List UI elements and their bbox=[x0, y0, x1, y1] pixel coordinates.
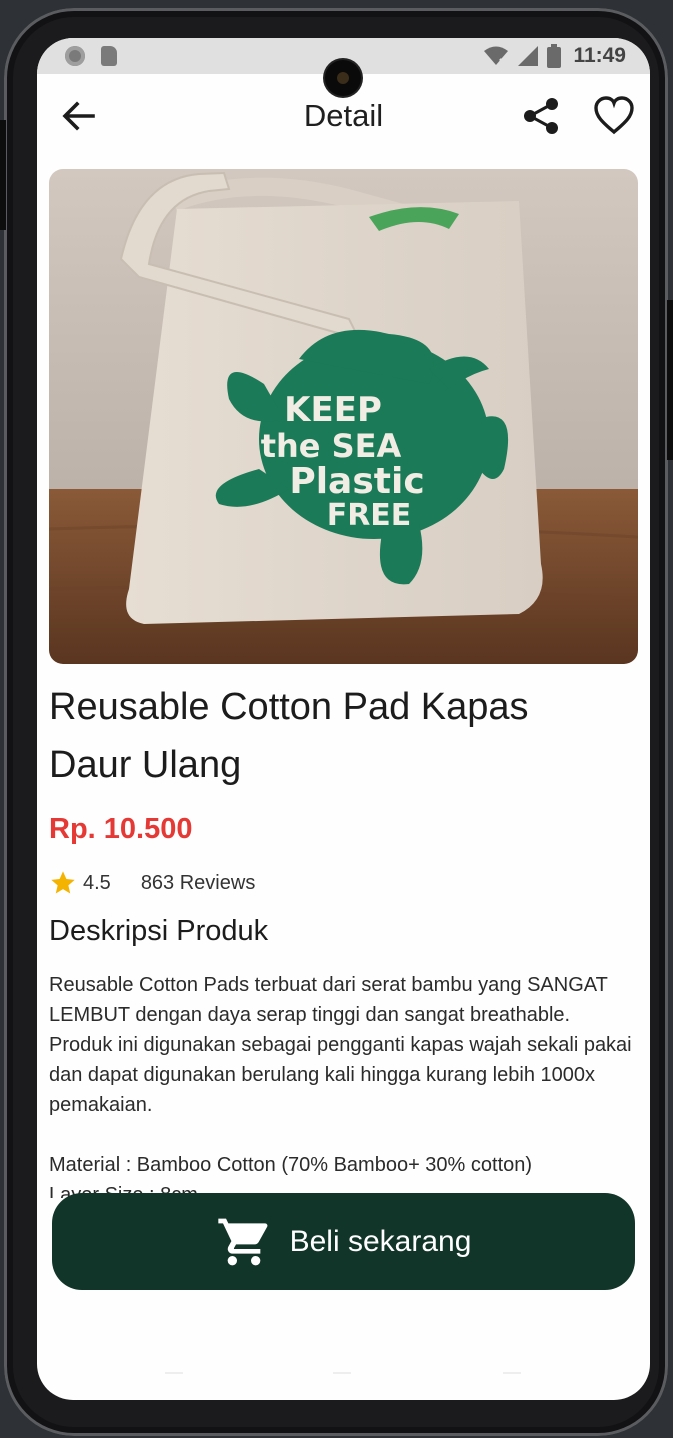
share-icon[interactable] bbox=[521, 96, 561, 136]
wifi-icon bbox=[484, 46, 509, 66]
rating-row: 4.5 863 Reviews bbox=[49, 868, 255, 898]
print-line-sea: the SEA bbox=[261, 427, 402, 465]
signal-icon bbox=[518, 46, 539, 66]
volume-button bbox=[667, 300, 673, 460]
status-time: 11:49 bbox=[573, 44, 626, 67]
screen: 11:49 Detail KEEP the SEA Plastic FREE R… bbox=[37, 38, 650, 1400]
cart-icon bbox=[217, 1218, 268, 1265]
nav-hint-recents bbox=[503, 1368, 521, 1374]
front-camera bbox=[325, 60, 361, 96]
heart-outline-icon[interactable] bbox=[592, 94, 636, 138]
description-title: Deskripsi Produk bbox=[49, 915, 269, 947]
nav-hint-home bbox=[333, 1368, 351, 1374]
print-line-free: FREE bbox=[327, 498, 412, 533]
battery-icon bbox=[547, 44, 562, 68]
print-line-plastic: Plastic bbox=[289, 461, 424, 502]
power-button bbox=[0, 120, 6, 230]
notification-dot-icon bbox=[65, 46, 85, 66]
product-price: Rp. 10.500 bbox=[49, 813, 193, 845]
nav-hint-back bbox=[165, 1368, 183, 1374]
description-text: Reusable Cotton Pads terbuat dari serat … bbox=[49, 974, 632, 1198]
star-icon bbox=[51, 871, 75, 894]
buy-now-button[interactable]: Beli sekarang bbox=[52, 1193, 635, 1290]
rating-value: 4.5 bbox=[83, 871, 111, 894]
scroll-content[interactable]: KEEP the SEA Plastic FREE Reusable Cotto… bbox=[37, 158, 650, 1198]
review-count[interactable]: 863 Reviews bbox=[141, 872, 256, 895]
print-line-keep: KEEP bbox=[284, 390, 382, 430]
buy-now-label: Beli sekarang bbox=[289, 1224, 472, 1258]
product-image: KEEP the SEA Plastic FREE bbox=[49, 169, 638, 664]
product-name: Reusable Cotton Pad Kapas Daur Ulang bbox=[49, 686, 529, 786]
sd-card-icon bbox=[101, 46, 117, 66]
